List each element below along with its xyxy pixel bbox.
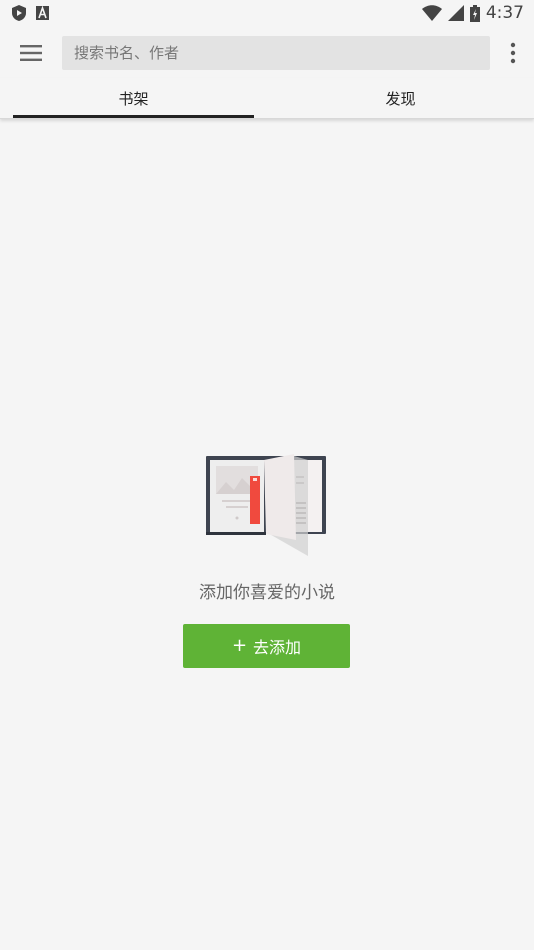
tab-bookshelf-label: 书架 — [118, 89, 149, 108]
tab-discover[interactable]: 发现 — [280, 78, 521, 118]
tab-bar: 书架 发现 — [0, 78, 534, 119]
wifi-icon — [421, 5, 442, 21]
status-time: 4:37 — [485, 3, 524, 23]
tab-indicator — [13, 115, 254, 118]
search-input[interactable] — [62, 36, 490, 70]
add-novel-button[interactable]: + 去添加 — [183, 624, 350, 668]
status-bar: 4:37 — [0, 0, 534, 28]
add-novel-button-label: 去添加 — [253, 638, 302, 657]
more-vert-icon — [510, 42, 516, 64]
search-box[interactable] — [62, 36, 490, 70]
tab-discover-label: 发现 — [385, 89, 416, 108]
more-options-button[interactable] — [508, 41, 518, 65]
app-a-icon — [36, 6, 49, 20]
battery-icon — [469, 4, 480, 22]
tab-bookshelf[interactable]: 书架 — [13, 78, 254, 118]
empty-bookshelf-illustration — [206, 454, 326, 556]
shield-icon — [12, 5, 26, 21]
plus-icon: + — [231, 635, 248, 656]
signal-icon — [447, 5, 464, 21]
menu-button[interactable] — [18, 41, 44, 65]
empty-state-message: 添加你喜爱的小说 — [199, 583, 335, 603]
top-toolbar — [0, 28, 534, 78]
hamburger-menu-icon — [20, 45, 42, 61]
